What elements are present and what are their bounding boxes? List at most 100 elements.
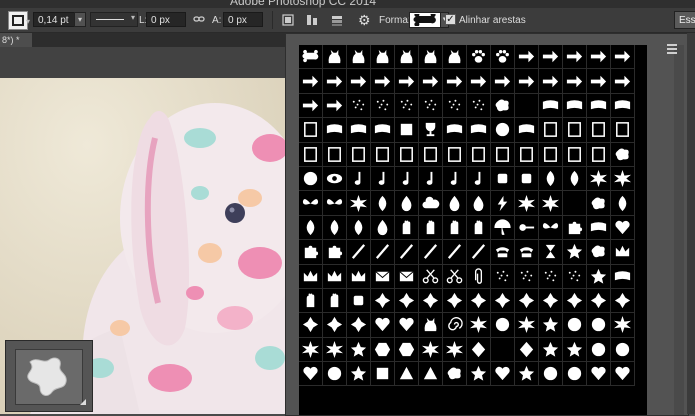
- shape-cell-arrow-notch[interactable]: [443, 69, 467, 94]
- stroke-type-dropdown[interactable]: ▾: [90, 12, 138, 27]
- custom-shape-tool-button[interactable]: [5, 340, 93, 412]
- shape-cell-ornament-sq[interactable]: [491, 288, 515, 314]
- document-tab[interactable]: 8*) *: [0, 33, 32, 47]
- shape-cell-note-beamed[interactable]: [419, 166, 443, 192]
- shape-cell-crown[interactable]: [611, 240, 635, 265]
- shape-cell-cat[interactable]: [323, 45, 347, 70]
- shape-cell-star-4[interactable]: [467, 362, 491, 387]
- shape-cell-texture-bits[interactable]: [539, 264, 563, 289]
- shape-cell-ornament-cross[interactable]: [515, 288, 539, 314]
- shape-cell-phone[interactable]: [491, 240, 515, 265]
- shape-cell-envelope[interactable]: [371, 264, 395, 289]
- shape-cell-burst-2[interactable]: [515, 313, 539, 338]
- shape-cell-crescent[interactable]: [515, 93, 539, 119]
- shape-cell-arrow-curly[interactable]: [515, 69, 539, 94]
- shape-cell-bone[interactable]: [299, 45, 323, 70]
- shape-cell-book[interactable]: [395, 118, 419, 143]
- shape-cell-snowflake[interactable]: [587, 166, 611, 192]
- shape-cell-frame-wavy[interactable]: [491, 142, 515, 167]
- shape-cell-hourglass[interactable]: [539, 240, 563, 265]
- shape-cell-ornament-leaf[interactable]: [587, 288, 611, 314]
- path-alignment-icon[interactable]: [305, 13, 319, 27]
- shape-cell-ribbon-wide[interactable]: [323, 118, 347, 143]
- shape-cell-rect-dark[interactable]: [539, 118, 563, 143]
- shape-cell-seal[interactable]: [491, 118, 515, 143]
- shape-cell-envelope-2[interactable]: [395, 264, 419, 289]
- shape-cell-diamond[interactable]: [467, 337, 491, 363]
- shape-cell-trophy[interactable]: [419, 118, 443, 143]
- shape-cell-texture-bits-2[interactable]: [563, 264, 587, 289]
- shape-cell-clover[interactable]: [611, 166, 635, 192]
- shape-cell-sun-star[interactable]: [323, 337, 347, 363]
- shape-cell-rabbit[interactable]: [419, 45, 443, 70]
- stroke-color-swatch[interactable]: [8, 11, 28, 30]
- shape-cell-chess-king[interactable]: [299, 264, 323, 289]
- shape-cell-paw-alt[interactable]: [491, 45, 515, 70]
- shape-cell-arrow-slim[interactable]: [467, 69, 491, 94]
- shape-cell-frame-stamp[interactable]: [467, 142, 491, 167]
- shape-cell-floral-vine[interactable]: [299, 313, 323, 338]
- shape-cell-arrow-wave[interactable]: [563, 69, 587, 94]
- shape-cell-blob-splat[interactable]: [611, 142, 635, 167]
- shape-cell-floral-vine-2[interactable]: [323, 313, 347, 338]
- shape-cell-ornament-tile[interactable]: [395, 288, 419, 314]
- shape-cell-slash-4[interactable]: [443, 240, 467, 265]
- shape-cell-line-diagonal[interactable]: [347, 240, 371, 265]
- shape-cell-pointer-hand[interactable]: [299, 288, 323, 314]
- shape-cell-arrow-line[interactable]: [539, 69, 563, 94]
- shape-cell-arrow-triangle[interactable]: [323, 69, 347, 94]
- shape-preview-button[interactable]: [409, 12, 441, 28]
- shape-cell-puzzle-3[interactable]: [323, 240, 347, 265]
- picker-menu-icon[interactable]: [667, 42, 681, 54]
- shape-cell-scissors-2[interactable]: [443, 264, 467, 289]
- shape-cell-star-outline-2[interactable]: [563, 337, 587, 363]
- shape-cell-lightning[interactable]: [491, 191, 515, 216]
- shape-cell-arrow-feather-2[interactable]: [419, 69, 443, 94]
- shape-cell-circle-outline[interactable]: [587, 337, 611, 363]
- shape-cell-raindrop[interactable]: [395, 191, 419, 216]
- shape-cell-flag[interactable]: [443, 118, 467, 143]
- shape-cell-seahorse[interactable]: [419, 313, 443, 338]
- shape-cell-note-eighth[interactable]: [347, 166, 371, 192]
- shape-cell-heart-outline[interactable]: [611, 362, 635, 387]
- shape-cell-flower[interactable]: [539, 191, 563, 216]
- shape-cell-snail[interactable]: [395, 45, 419, 70]
- shape-cell-texture-dots[interactable]: [395, 93, 419, 119]
- shape-cell-starburst-2[interactable]: [347, 362, 371, 387]
- shape-cell-blob-swirl[interactable]: [491, 93, 515, 119]
- shape-cell-starburst[interactable]: [347, 337, 371, 363]
- shape-cell-spiral[interactable]: [443, 313, 467, 338]
- shape-cell-dog[interactable]: [371, 45, 395, 70]
- shape-cell-banner-fold[interactable]: [611, 93, 635, 119]
- shape-cell-crescent-moon[interactable]: [563, 191, 587, 216]
- picker-scrollbar[interactable]: [674, 45, 684, 415]
- shape-cell-cat-sit[interactable]: [347, 45, 371, 70]
- stroke-width-dropdown[interactable]: ▾: [74, 12, 86, 27]
- align-edges-checkbox[interactable]: ✓: [445, 14, 456, 25]
- shape-cell-hand[interactable]: [395, 215, 419, 241]
- shape-cell-cloud[interactable]: [419, 191, 443, 216]
- shape-cell-grid-dots[interactable]: [491, 264, 515, 289]
- shape-cell-heart-3[interactable]: [587, 362, 611, 387]
- shape-cell-rect-frame-3[interactable]: [347, 142, 371, 167]
- shape-cell-ornament-floral[interactable]: [563, 288, 587, 314]
- shape-cell-ribbon-wave[interactable]: [371, 118, 395, 143]
- shape-cell-ornament-knot[interactable]: [467, 288, 491, 314]
- shape-cell-tree[interactable]: [539, 166, 563, 192]
- shape-cell-clef-treble[interactable]: [467, 166, 491, 192]
- gear-icon[interactable]: ⚙: [358, 13, 371, 27]
- shape-cell-circle-ring[interactable]: [323, 362, 347, 387]
- shape-cell-square[interactable]: [371, 362, 395, 387]
- shape-cell-asterisk[interactable]: [515, 191, 539, 216]
- shape-cell-frame-burst[interactable]: [587, 142, 611, 167]
- shape-cell-ornament-corner[interactable]: [539, 288, 563, 314]
- shape-cell-rect-thin[interactable]: [587, 118, 611, 143]
- path-operations-icon[interactable]: [281, 13, 295, 27]
- shape-cell-ornament-tilde[interactable]: [371, 288, 395, 314]
- shape-cell-flag-wave[interactable]: [467, 118, 491, 143]
- shape-cell-arrow-corner[interactable]: [323, 93, 347, 119]
- shape-cell-flower-6[interactable]: [299, 337, 323, 363]
- shape-cell-ornament-tile-3[interactable]: [443, 288, 467, 314]
- shape-cell-sparkle[interactable]: [587, 264, 611, 289]
- shape-cell-rect-banner[interactable]: [299, 118, 323, 143]
